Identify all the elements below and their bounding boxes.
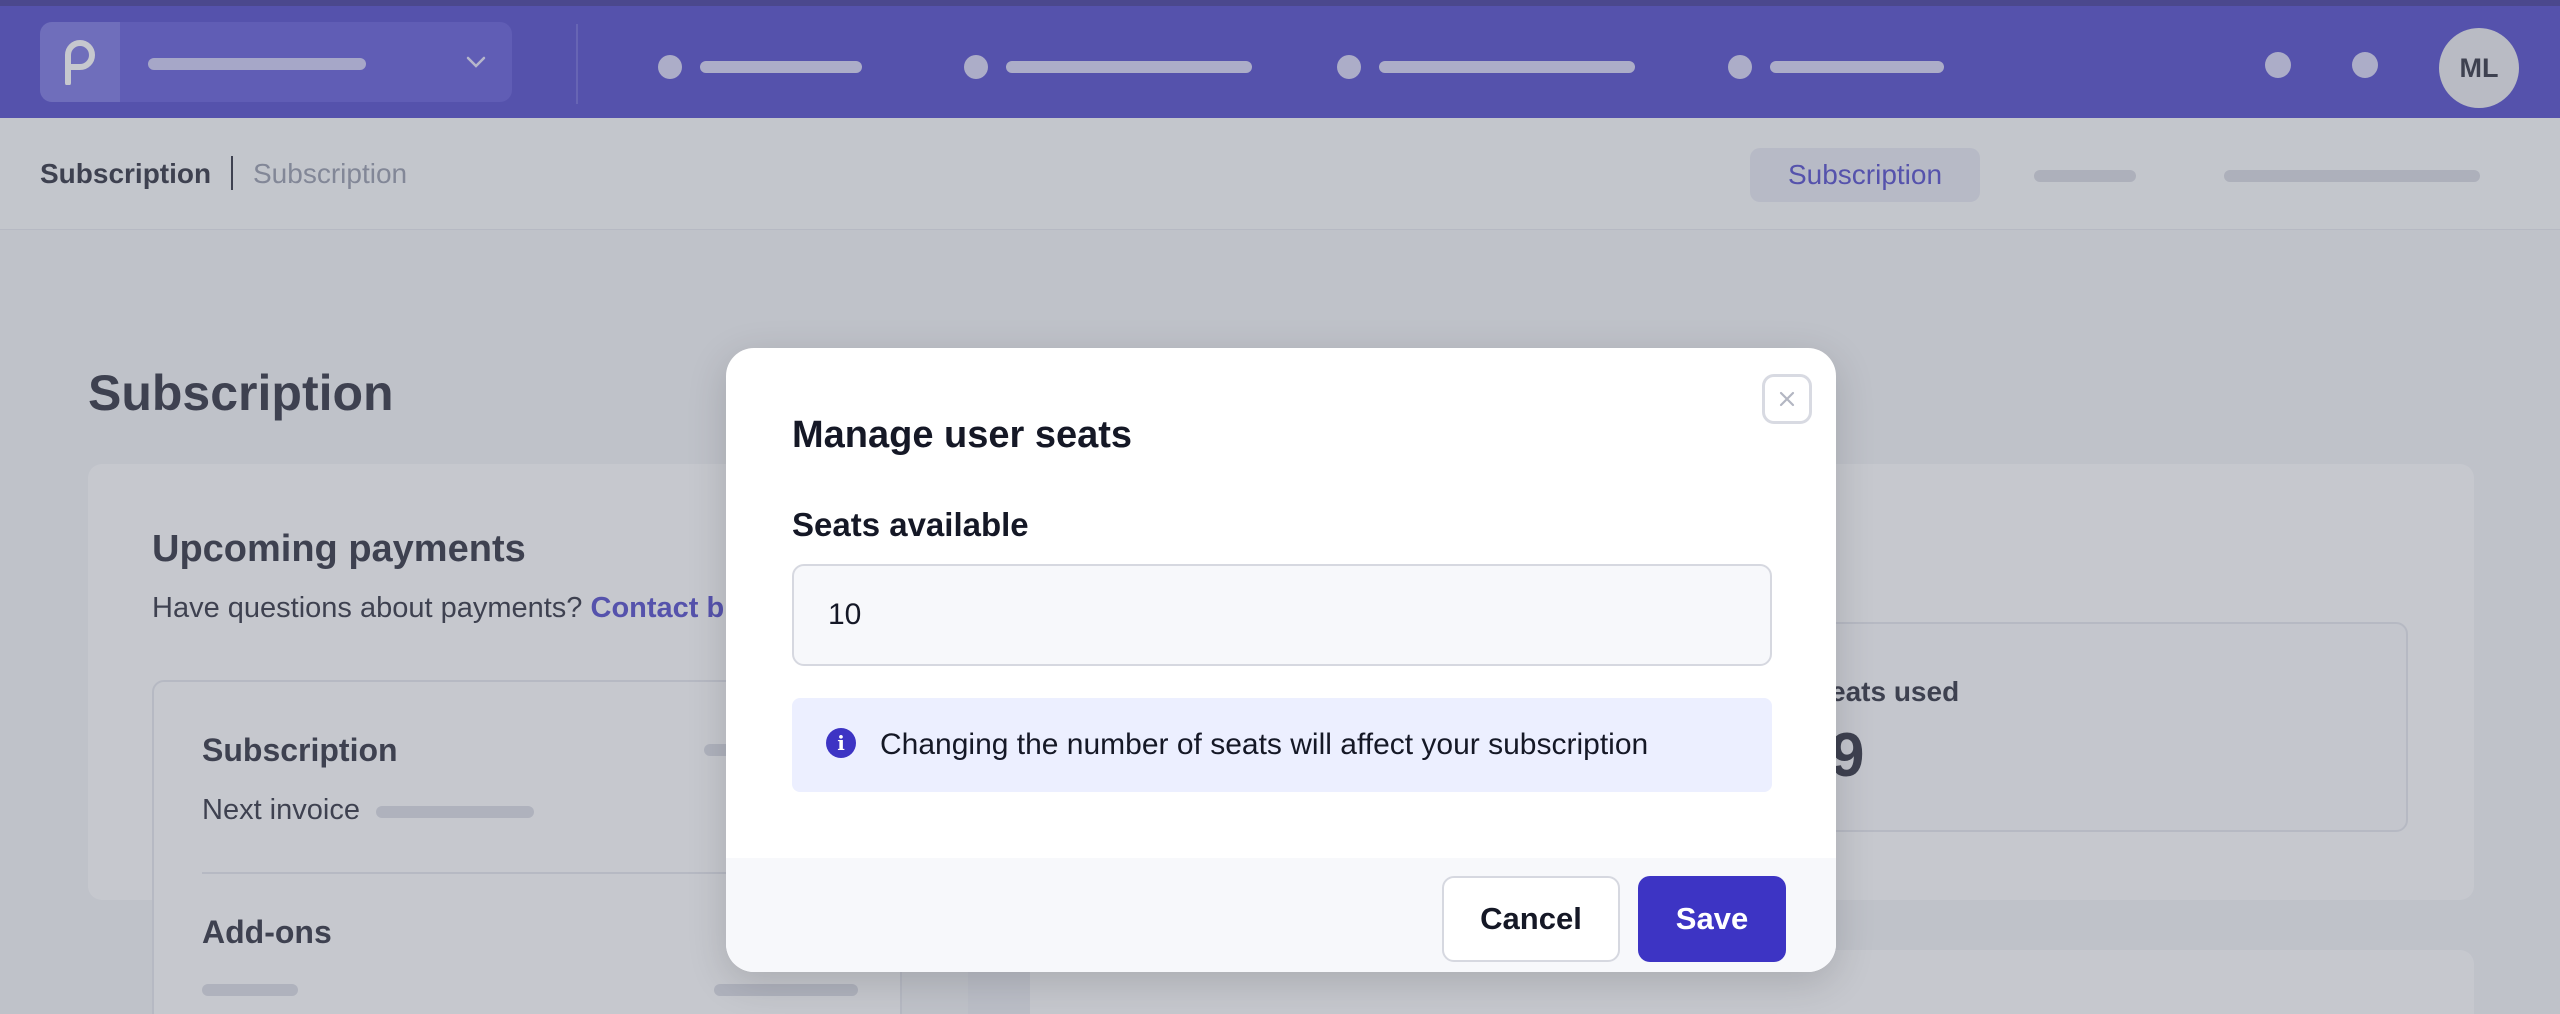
seats-available-input[interactable] <box>792 564 1772 666</box>
info-callout: i Changing the number of seats will affe… <box>792 698 1772 792</box>
manage-seats-modal: Manage user seats Seats available i Chan… <box>726 348 1836 972</box>
close-button[interactable] <box>1762 374 1812 424</box>
info-icon: i <box>826 728 856 758</box>
close-icon <box>1779 391 1795 407</box>
modal-footer: Cancel Save <box>726 858 1836 972</box>
info-text: Changing the number of seats will affect… <box>880 728 1649 761</box>
cancel-button[interactable]: Cancel <box>1442 876 1620 962</box>
seats-available-label: Seats available <box>792 506 1029 543</box>
modal-title: Manage user seats <box>792 414 1133 456</box>
save-button[interactable]: Save <box>1638 876 1786 962</box>
